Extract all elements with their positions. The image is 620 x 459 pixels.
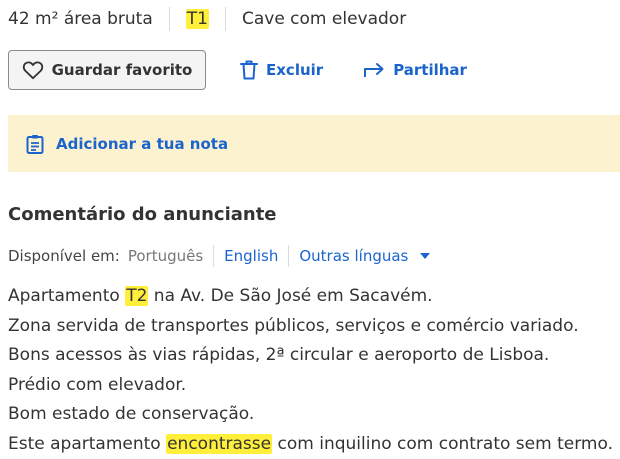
property-features: 42 m² área bruta T1 Cave com elevador — [8, 7, 406, 31]
share-button[interactable]: Partilhar — [363, 61, 467, 79]
caret-down-icon — [420, 253, 431, 259]
description-line: Bom estado de conservação. — [8, 404, 255, 424]
description-line: Zona servida de transportes públicos, se… — [8, 315, 579, 336]
share-label: Partilhar — [393, 61, 467, 79]
description-line: Apartamento T2 na Av. De São José em Sac… — [8, 282, 613, 312]
delete-button[interactable]: Excluir — [240, 60, 323, 80]
description-line: Prédio com elevador. — [8, 374, 187, 395]
delete-label: Excluir — [266, 61, 324, 79]
heart-icon — [22, 60, 44, 80]
description-text: Este apartamento — [8, 433, 167, 454]
language-divider — [288, 245, 290, 267]
area-feature: 42 m² área bruta — [8, 9, 153, 29]
feature-divider — [224, 7, 226, 31]
listing-actions: Guardar favorito Excluir Partilhar — [8, 49, 467, 91]
other-languages-dropdown[interactable]: Outras línguas — [299, 247, 431, 265]
trash-icon — [240, 60, 258, 80]
floor-feature: Cave com elevador — [241, 9, 407, 29]
advertiser-comment-title: Comentário do anunciante — [8, 204, 277, 225]
description-text: na Av. De São José em Sacavém. — [148, 286, 433, 306]
description-text: com inquilino com contrato sem termo. — [272, 433, 613, 454]
add-note-link[interactable]: Adicionar a tua nota — [56, 135, 228, 153]
typology-feature: T1 — [185, 9, 209, 29]
highlighted-term: T2 — [125, 286, 149, 306]
available-in-label: Disponível em: — [8, 247, 120, 265]
language-selector: Disponível em: Português English Outras … — [8, 245, 431, 267]
share-arrow-icon — [363, 62, 385, 78]
save-favorite-button[interactable]: Guardar favorito — [8, 50, 206, 90]
language-current: Português — [127, 247, 204, 265]
note-icon — [26, 134, 44, 154]
highlighted-term: encontrasse — [166, 433, 273, 454]
save-favorite-label: Guardar favorito — [51, 61, 193, 79]
language-divider — [213, 245, 215, 267]
language-english-link[interactable]: English — [224, 247, 278, 265]
note-panel: Adicionar a tua nota — [8, 115, 620, 172]
description-line: Este apartamento encontrasse com inquili… — [8, 430, 613, 459]
other-languages-label: Outras línguas — [299, 247, 409, 265]
listing-description: Apartamento T2 na Av. De São José em Sac… — [8, 282, 613, 459]
description-text: Apartamento — [8, 286, 126, 306]
feature-divider — [168, 7, 170, 31]
description-line: Bons acessos às vias rápidas, 2ª circula… — [8, 345, 550, 365]
